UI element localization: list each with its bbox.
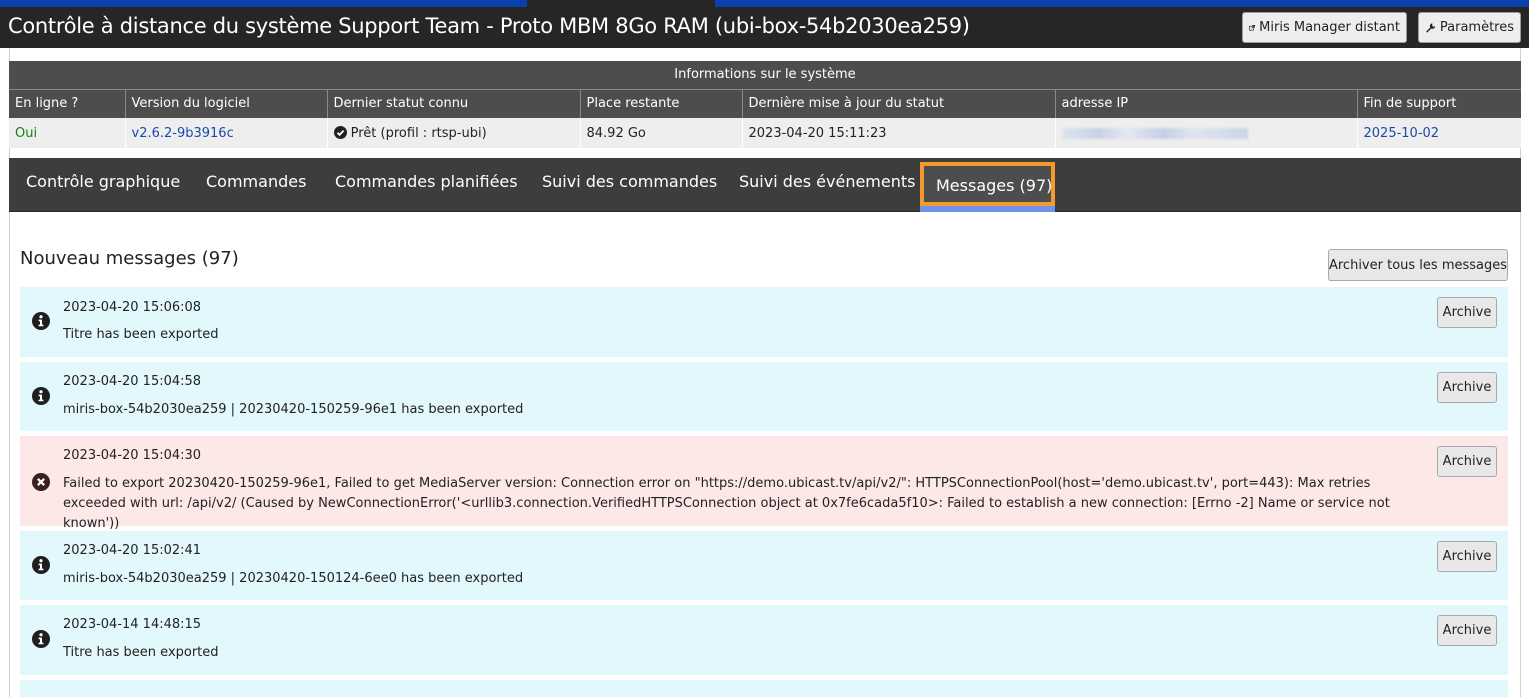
archive-button[interactable]: Archive (1437, 446, 1497, 477)
wrench-icon (1426, 22, 1436, 33)
tab-commands[interactable]: Commandes (206, 158, 306, 206)
message-date: 2023-04-14 14:48:15 (63, 617, 202, 632)
col-ip: adresse IP (1054, 88, 1357, 118)
archive-all-button[interactable]: Archiver tous les messages (1328, 249, 1508, 281)
version-link[interactable]: v2.6.2-9b3916c (124, 118, 327, 148)
message-item: 2023-04-20 15:06:08 Titre has been expor… (20, 287, 1508, 357)
system-info-caption: Informations sur le système (9, 61, 1521, 89)
tab-command-tracking[interactable]: Suivi des commandes (542, 158, 717, 206)
remote-manager-button[interactable]: Miris Manager distant (1242, 12, 1407, 43)
active-tab-indicator (920, 206, 1055, 212)
ip-value (1054, 118, 1357, 148)
col-space: Place restante (579, 88, 742, 118)
tab-graphic-control[interactable]: Contrôle graphique (26, 158, 180, 206)
check-circle-icon (333, 125, 347, 139)
col-last-update: Dernière mise à jour du statut (741, 88, 1055, 118)
message-item: 2023-04-14 14:48:15 Titre has been expor… (20, 605, 1508, 675)
status-value: Prêt (profil : rtsp-ubi) (350, 125, 487, 141)
col-online: En ligne ? (9, 88, 125, 118)
message-date: 2023-04-20 15:02:41 (63, 543, 202, 558)
online-value: Oui (9, 118, 125, 148)
ip-redacted (1061, 127, 1248, 139)
settings-button[interactable]: Paramètres (1418, 12, 1521, 43)
archive-button[interactable]: Archive (1437, 615, 1497, 646)
col-status: Dernier statut connu (326, 88, 580, 118)
tab-scheduled-commands[interactable]: Commandes planifiées (335, 158, 518, 206)
top-bar: Contrôle à distance du système Support T… (0, 0, 1529, 48)
external-link-icon (1249, 24, 1256, 31)
message-date: 2023-04-20 15:04:30 (63, 448, 202, 463)
message-text: miris-box-54b2030ea259 | 20230420-150124… (63, 571, 524, 586)
tab-messages[interactable]: Messages (97) (920, 162, 1055, 206)
message-item-partial (20, 680, 1508, 697)
message-date: 2023-04-20 15:04:58 (63, 374, 202, 389)
top-accent-stripe-left (0, 0, 527, 7)
message-item: 2023-04-20 15:02:41 miris-box-54b2030ea2… (20, 531, 1508, 600)
messages-section-title: Nouveau messages (97) (20, 248, 239, 269)
tab-event-tracking[interactable]: Suivi des événements (739, 158, 915, 206)
info-icon (32, 312, 50, 330)
col-version: Version du logiciel (124, 88, 327, 118)
settings-label: Paramètres (1439, 20, 1514, 35)
system-info-table: Informations sur le système En ligne ? V… (9, 61, 1521, 148)
info-icon (32, 630, 50, 648)
tab-bar: Contrôle graphique Commandes Commandes p… (9, 158, 1521, 212)
end-support-link[interactable]: 2025-10-02 (1356, 118, 1521, 148)
archive-button[interactable]: Archive (1437, 541, 1497, 572)
remote-manager-label: Miris Manager distant (1259, 20, 1400, 35)
message-date: 2023-04-20 15:06:08 (63, 300, 202, 315)
info-icon (32, 387, 50, 405)
status-cell: Prêt (profil : rtsp-ubi) (326, 118, 580, 148)
message-item: 2023-04-20 15:04:30 Failed to export 202… (20, 436, 1508, 531)
message-item: 2023-04-20 15:04:58 miris-box-54b2030ea2… (20, 362, 1508, 431)
message-text: miris-box-54b2030ea259 | 20230420-150259… (63, 402, 524, 417)
top-accent-stripe-right (715, 0, 1529, 7)
message-text: Titre has been exported (63, 645, 219, 660)
col-end-support: Fin de support (1356, 88, 1521, 118)
message-text: Titre has been exported (63, 327, 219, 342)
page-title: Contrôle à distance du système Support T… (8, 14, 970, 38)
message-text: Failed to export 20230420-150259-96e1, F… (63, 476, 1390, 531)
archive-button[interactable]: Archive (1437, 372, 1497, 403)
last-update-value: 2023-04-20 15:11:23 (741, 118, 1055, 148)
space-value: 84.92 Go (579, 118, 742, 148)
info-icon (32, 556, 50, 574)
error-icon (32, 473, 50, 491)
archive-button[interactable]: Archive (1437, 297, 1497, 328)
